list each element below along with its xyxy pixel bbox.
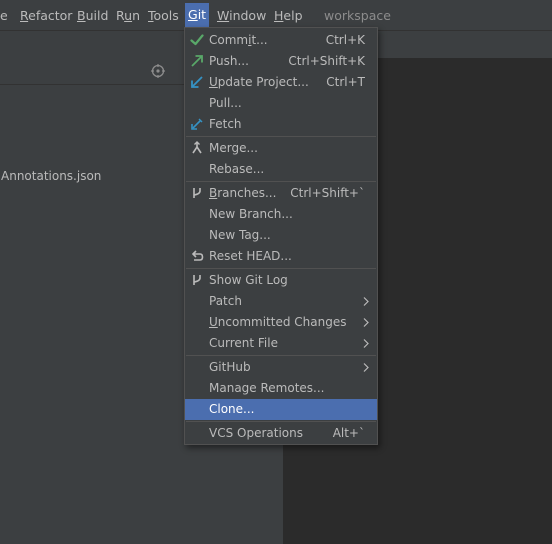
git-merge-item[interactable]: Merge...	[185, 138, 377, 159]
git-push-shortcut: Ctrl+Shift+K	[288, 54, 365, 68]
git-push-item[interactable]: Push... Ctrl+Shift+K	[185, 51, 377, 72]
git-reset-head-item[interactable]: Reset HEAD...	[185, 246, 377, 267]
menu-separator	[186, 181, 376, 182]
git-update-project-label: Update Project...	[209, 72, 309, 93]
git-update-project-item[interactable]: Update Project... Ctrl+T	[185, 72, 377, 93]
menu-help-mnemonic: H	[274, 8, 284, 23]
push-arrow-icon	[191, 55, 203, 67]
branch-icon	[193, 188, 201, 198]
vcs-operations-label: VCS Operations	[209, 426, 303, 440]
git-reset-head-label: Reset HEAD...	[209, 249, 292, 263]
vcs-operations-shortcut: Alt+`	[332, 426, 365, 440]
git-commit-shortcut: Ctrl+K	[325, 33, 365, 47]
menu-refactor[interactable]: Refactor	[20, 7, 72, 24]
submenu-arrow-icon	[363, 363, 369, 372]
vcs-operations-item[interactable]: VCS Operations Alt+`	[185, 423, 377, 444]
menu-separator	[186, 268, 376, 269]
menu-build[interactable]: Build	[77, 7, 108, 24]
git-manage-remotes-item[interactable]: Manage Remotes...	[185, 378, 377, 399]
git-fetch-item[interactable]: Fetch	[185, 114, 377, 135]
git-clone-item[interactable]: Clone...	[185, 399, 377, 420]
git-pull-item[interactable]: Pull...	[185, 93, 377, 114]
menu-window-mnemonic: W	[217, 8, 230, 23]
git-pull-label: Pull...	[209, 96, 242, 110]
git-new-branch-label: New Branch...	[209, 207, 293, 221]
menu-refactor-mnemonic: R	[20, 8, 29, 23]
git-branches-label: Branches...	[209, 183, 276, 204]
git-commit-label-pre: Comm	[209, 33, 249, 47]
project-tree-file[interactable]: Annotations.json	[1, 168, 101, 184]
undo-icon	[191, 250, 204, 261]
fetch-icon	[191, 118, 203, 130]
git-uncommitted-changes-label-post: ncommitted Changes	[217, 315, 347, 329]
git-show-log-item[interactable]: Show Git Log	[185, 270, 377, 291]
submenu-arrow-icon	[363, 318, 369, 327]
git-uncommitted-changes-label-mnemonic: U	[209, 315, 218, 329]
menu-separator	[186, 355, 376, 356]
project-title: workspace	[324, 8, 391, 23]
git-uncommitted-changes-item[interactable]: Uncommitted Changes	[185, 312, 377, 333]
git-current-file-item[interactable]: Current File	[185, 333, 377, 354]
git-update-project-shortcut: Ctrl+T	[326, 75, 365, 89]
menu-build-rest: uild	[85, 8, 109, 23]
git-fetch-label: Fetch	[209, 117, 242, 131]
git-new-branch-item[interactable]: New Branch...	[185, 204, 377, 225]
menu-window-rest: indow	[229, 8, 267, 23]
menu-separator	[186, 421, 376, 422]
git-branches-label-post: ranches...	[217, 186, 277, 200]
git-patch-item[interactable]: Patch	[185, 291, 377, 312]
git-branches-label-mnemonic: B	[209, 186, 218, 200]
git-push-label: Push...	[209, 54, 249, 68]
git-show-log-label: Show Git Log	[209, 273, 288, 287]
git-update-project-label-post: pdate Project...	[217, 75, 309, 89]
menu-git[interactable]: Git	[185, 3, 210, 27]
git-commit-label-post: t...	[251, 33, 268, 47]
menu-help[interactable]: Help	[274, 7, 303, 24]
git-rebase-label: Rebase...	[209, 162, 265, 176]
git-commit-item[interactable]: Commit... Ctrl+K	[185, 30, 377, 51]
check-icon	[190, 34, 204, 46]
git-log-icon	[193, 275, 201, 285]
git-github-label: GitHub	[209, 360, 251, 374]
git-current-file-label: Current File	[209, 336, 278, 350]
menu-separator	[186, 136, 376, 137]
menu-run[interactable]: Run	[116, 7, 140, 24]
submenu-arrow-icon	[363, 297, 369, 306]
menu-git-mnemonic: G	[188, 7, 198, 22]
menu-run-mnemonic: u	[124, 8, 133, 23]
git-github-item[interactable]: GitHub	[185, 357, 377, 378]
locate-file-icon[interactable]	[151, 64, 165, 78]
update-arrow-icon	[191, 76, 203, 88]
menu-help-rest: elp	[283, 8, 303, 23]
menu-git-rest: it	[197, 7, 207, 22]
menu-tools[interactable]: Tools	[148, 7, 179, 24]
menu-run-pre: R	[116, 8, 125, 23]
git-new-tag-item[interactable]: New Tag...	[185, 225, 377, 246]
menu-bar: e Refactor Build Run Tools Git Window He…	[0, 0, 552, 30]
git-manage-remotes-label: Manage Remotes...	[209, 381, 325, 395]
menu-view-partial[interactable]: e	[0, 7, 8, 24]
menu-refactor-rest: efactor	[28, 8, 73, 23]
git-rebase-item[interactable]: Rebase...	[185, 159, 377, 180]
git-update-project-label-mnemonic: U	[209, 75, 218, 89]
git-dropdown-menu: Commit... Ctrl+K Push... Ctrl+Shift+K Up…	[184, 27, 378, 445]
submenu-arrow-icon	[363, 339, 369, 348]
git-uncommitted-changes-label: Uncommitted Changes	[209, 312, 346, 333]
git-branches-item[interactable]: Branches... Ctrl+Shift+`	[185, 183, 377, 204]
git-merge-label: Merge...	[209, 141, 258, 155]
git-patch-label: Patch	[209, 294, 242, 308]
git-branches-shortcut: Ctrl+Shift+`	[290, 186, 365, 200]
git-new-tag-label: New Tag...	[209, 228, 271, 242]
git-commit-label: Commit...	[209, 30, 268, 51]
menu-tools-rest: ools	[153, 8, 179, 23]
menu-run-rest: n	[132, 8, 140, 23]
git-clone-label: Clone...	[209, 402, 255, 416]
menu-build-mnemonic: B	[77, 8, 86, 23]
merge-icon	[192, 141, 202, 154]
menu-window[interactable]: Window	[217, 7, 266, 24]
